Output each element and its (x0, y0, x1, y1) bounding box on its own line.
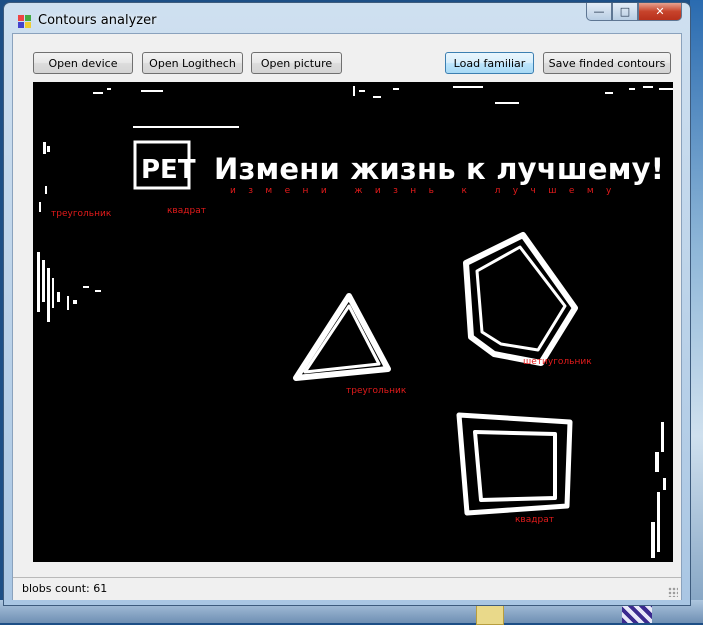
logo-text: PET (141, 155, 196, 185)
logo-square-contour: PET (133, 140, 196, 190)
desktop-background (690, 0, 703, 623)
open-picture-button[interactable]: Open picture (251, 52, 342, 74)
desktop-icon[interactable] (622, 604, 652, 623)
save-contours-button[interactable]: Save finded contours (543, 52, 671, 74)
desktop-icon[interactable] (476, 604, 504, 625)
maximize-button[interactable]: □ (612, 3, 638, 21)
image-canvas[interactable]: PET Измени жизнь к лучшему! измени жизнь… (33, 82, 673, 562)
load-familiar-button[interactable]: Load familiar (445, 52, 534, 74)
open-logitech-button[interactable]: Open Logithech (142, 52, 243, 74)
maximize-icon: □ (619, 5, 631, 18)
minimize-button[interactable]: — (586, 3, 612, 21)
client-area: Open device Open Logithech Open picture … (12, 33, 682, 600)
status-bar: blobs count: 61 (13, 577, 681, 600)
open-device-button[interactable]: Open device (33, 52, 133, 74)
label-square: квадрат (515, 515, 554, 525)
edge-speckles (37, 186, 101, 322)
label-square-logo: квадрат (167, 206, 206, 216)
app-icon (18, 15, 31, 28)
triangle-contour (293, 293, 391, 381)
banner-text: Измени жизнь к лучшему! (214, 152, 665, 186)
hexagon-contour (463, 232, 578, 366)
title-bar[interactable]: Contours analyzer — □ ✕ (4, 3, 690, 33)
square-contour (456, 412, 573, 516)
label-triangle: треугольник (346, 386, 407, 396)
close-icon: ✕ (655, 5, 665, 18)
minimize-icon: — (593, 5, 605, 18)
banner-recognized-text: измени жизнь к лучшему (230, 186, 624, 196)
label-hexagon: шетиугольник (523, 357, 592, 367)
close-button[interactable]: ✕ (638, 3, 682, 21)
window-title: Contours analyzer (38, 13, 157, 28)
blobs-count-text: blobs count: 61 (22, 582, 108, 595)
resize-grip-icon[interactable] (668, 587, 678, 597)
caption-buttons: — □ ✕ (586, 3, 682, 23)
label-triangle-left: треугольник (51, 209, 112, 219)
main-window: Contours analyzer — □ ✕ Open device Open… (3, 2, 691, 606)
